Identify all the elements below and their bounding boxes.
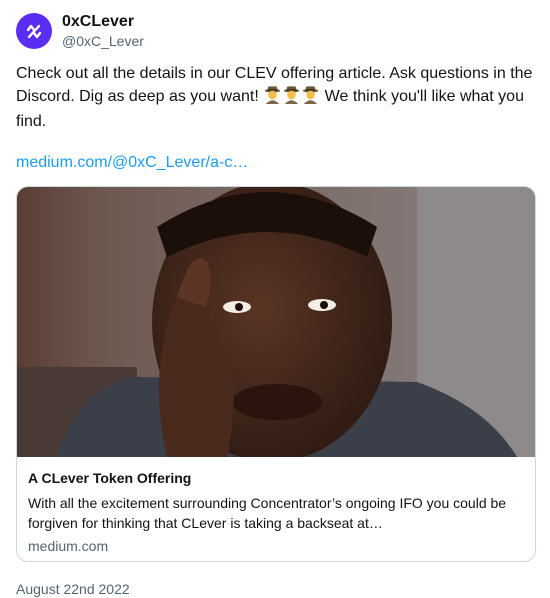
tweet-link[interactable]: medium.com/@0xC_Lever/a-c… — [16, 152, 248, 174]
author-display-name[interactable]: 0xCLever — [62, 12, 144, 31]
tweet-text: Check out all the details in our CLEV of… — [16, 63, 538, 133]
card-description: With all the excitement surrounding Conc… — [28, 495, 507, 531]
link-card[interactable]: A CLever Token Offering With all the exc… — [16, 186, 536, 562]
avatar[interactable] — [16, 13, 52, 49]
tweet-date[interactable]: August 22nd 2022 — [16, 580, 130, 598]
tweet-header: 0xCLever @0xC_Lever — [16, 12, 144, 50]
clever-logo-icon — [26, 24, 42, 39]
author-handle[interactable]: @0xC_Lever — [62, 32, 144, 50]
detective-emoji — [263, 85, 282, 111]
thinking-man-image[interactable] — [17, 187, 535, 457]
card-title[interactable]: A CLever Token Offering — [28, 469, 524, 487]
detective-emoji — [282, 85, 301, 111]
detective-emoji — [301, 85, 320, 111]
card-domain: medium.com — [28, 538, 109, 554]
